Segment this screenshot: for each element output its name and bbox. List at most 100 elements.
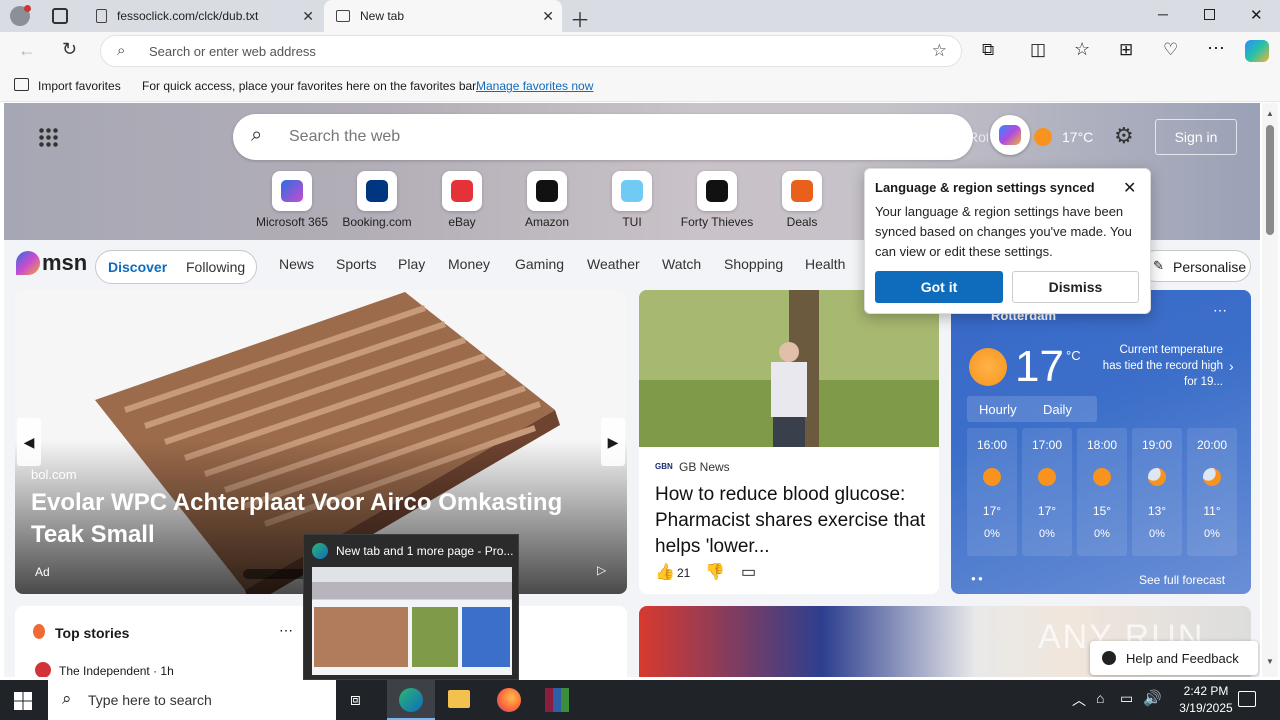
segment-following[interactable]: Following — [186, 259, 245, 275]
quick-link-booking-com[interactable]: Booking.com — [335, 171, 419, 229]
favorites-icon[interactable]: ☆ — [1074, 39, 1090, 60]
gb-news-card[interactable]: GBN GB News How to reduce blood glucose:… — [639, 290, 939, 594]
scroll-down-arrow[interactable]: ▼ — [1266, 657, 1274, 666]
tab-actions-icon[interactable] — [52, 8, 68, 24]
web-search-input[interactable]: Search the web — [289, 128, 400, 146]
taskbar-thumbnail[interactable]: New tab and 1 more page - Pro... — [303, 534, 519, 680]
more-options-icon[interactable]: ⋯ — [1213, 302, 1227, 319]
address-bar[interactable]: ⌕ Search or enter web address ☆ — [100, 35, 962, 67]
like-icon[interactable]: 👍 — [655, 562, 675, 582]
language-sync-popup: Language & region settings synced ✕ Your… — [864, 168, 1151, 314]
web-search-box[interactable]: ⌕ Search the web — [233, 114, 973, 160]
location-overlay-text: Rotterdam — [968, 129, 988, 145]
task-view-icon[interactable]: ⧈ — [350, 690, 361, 710]
network-icon[interactable]: ⌂ — [1096, 690, 1104, 706]
clock-time[interactable]: 2:42 PM — [1174, 684, 1238, 698]
show-hidden-icons[interactable]: ︿ — [1072, 690, 1086, 710]
notifications-icon[interactable] — [1238, 691, 1256, 707]
hour-column[interactable]: 17:00 17° 0% — [1022, 428, 1072, 556]
refresh-button[interactable]: ↻ — [62, 39, 77, 60]
scroll-up-arrow[interactable]: ▲ — [1266, 109, 1274, 118]
page-dots[interactable]: ● ● — [971, 574, 983, 583]
performance-icon[interactable]: ♡ — [1163, 40, 1178, 60]
new-tab-button[interactable]: ＋ — [570, 4, 590, 33]
favorite-star-icon[interactable]: ☆ — [932, 41, 947, 61]
personalise-button[interactable]: ✎ Personalise — [1140, 250, 1251, 282]
carousel-prev-button[interactable]: ◀ — [17, 418, 41, 466]
manage-favorites-link[interactable]: Manage favorites now — [476, 79, 593, 93]
copilot-icon[interactable] — [990, 115, 1030, 155]
hour-column[interactable]: 20:00 11° 0% — [1187, 428, 1237, 556]
start-button[interactable] — [14, 692, 32, 710]
nav-health[interactable]: Health — [805, 256, 845, 272]
wifi-icon[interactable]: ▭ — [1120, 690, 1133, 707]
quick-link-tui[interactable]: TUI — [590, 171, 674, 229]
tab-hourly[interactable]: Hourly — [979, 402, 1017, 417]
import-favorites-button[interactable]: Import favorites — [38, 79, 121, 93]
weather-temp-small[interactable]: 17°C — [1062, 129, 1093, 145]
address-input[interactable]: Search or enter web address — [149, 44, 316, 59]
back-button[interactable]: ← — [18, 40, 36, 61]
nav-play[interactable]: Play — [398, 256, 425, 272]
volume-icon[interactable]: 🔊 — [1143, 689, 1162, 707]
close-window-button[interactable]: ✕ — [1250, 6, 1263, 24]
nav-weather[interactable]: Weather — [587, 256, 640, 272]
see-full-forecast-link[interactable]: See full forecast — [1139, 573, 1225, 587]
hour-column[interactable]: 18:00 15° 0% — [1077, 428, 1127, 556]
nav-watch[interactable]: Watch — [662, 256, 701, 272]
ad-choices-icon[interactable]: ▷ — [597, 563, 606, 577]
help-feedback-button[interactable]: Help and Feedback — [1090, 641, 1258, 675]
dismiss-button[interactable]: Dismiss — [1012, 271, 1139, 303]
taskbar-search[interactable]: ⌕ Type here to search — [48, 680, 336, 720]
winrar-icon[interactable] — [545, 688, 569, 712]
more-options-icon[interactable]: ⋯ — [279, 622, 293, 639]
chevron-right-icon[interactable]: › — [1229, 358, 1234, 374]
settings-gear-icon[interactable]: ⚙ — [1114, 123, 1134, 149]
more-menu-icon[interactable]: ⋯ — [1207, 38, 1225, 59]
collections-icon[interactable]: ⊞ — [1119, 40, 1133, 60]
tab-new-tab[interactable]: New tab ✕ — [324, 0, 562, 32]
nav-shopping[interactable]: Shopping — [724, 256, 783, 272]
hour-column[interactable]: 19:00 13° 0% — [1132, 428, 1182, 556]
nav-news[interactable]: News — [279, 256, 314, 272]
extensions-icon[interactable]: ⧉ — [982, 40, 994, 60]
split-screen-icon[interactable]: ◫ — [1030, 40, 1046, 60]
news-title[interactable]: How to reduce blood glucose: Pharmacist … — [655, 482, 927, 560]
clock-date[interactable]: 3/19/2025 — [1170, 701, 1242, 715]
quick-link-deals[interactable]: Deals — [760, 171, 844, 229]
taskbar-search-input[interactable]: Type here to search — [88, 692, 212, 708]
quick-link-ebay[interactable]: eBay — [420, 171, 504, 229]
sign-in-button[interactable]: Sign in — [1155, 119, 1237, 155]
comment-icon[interactable]: ▭ — [741, 562, 756, 582]
partly-cloudy-icon — [1148, 468, 1166, 486]
nav-gaming[interactable]: Gaming — [515, 256, 564, 272]
quick-link-amazon[interactable]: Amazon — [505, 171, 589, 229]
dislike-icon[interactable]: 👎 — [705, 562, 725, 582]
hour-column[interactable]: 16:00 17° 0% — [967, 428, 1017, 556]
close-tab-icon[interactable]: ✕ — [302, 8, 314, 25]
taskbar-edge[interactable] — [387, 680, 435, 720]
quick-link-microsoft-365[interactable]: Microsoft 365 — [250, 171, 334, 229]
tab-fessoclick[interactable]: fessoclick.com/clck/dub.txt ✕ — [84, 0, 322, 32]
profile-icon[interactable] — [10, 5, 31, 26]
minimize-button[interactable]: ─ — [1158, 6, 1168, 22]
restore-button[interactable] — [1204, 9, 1215, 20]
nav-money[interactable]: Money — [448, 256, 490, 272]
copilot-icon[interactable] — [1245, 40, 1269, 62]
weather-card[interactable]: Rotterdam ⋯ 17 °C Current temperature ha… — [951, 290, 1251, 594]
nav-sports[interactable]: Sports — [336, 256, 376, 272]
msn-logo[interactable]: msn — [16, 250, 87, 276]
firefox-icon[interactable] — [497, 688, 521, 712]
quick-link-forty-thieves[interactable]: Forty Thieves — [675, 171, 759, 229]
carousel-next-button[interactable]: ▶ — [601, 418, 625, 466]
segment-discover[interactable]: Discover — [108, 259, 167, 275]
got-it-button[interactable]: Got it — [875, 271, 1003, 303]
close-tab-icon[interactable]: ✕ — [542, 8, 554, 25]
popup-close-icon[interactable]: ✕ — [1123, 178, 1136, 198]
weather-note[interactable]: Current temperature has tied the record … — [1101, 342, 1223, 390]
apps-grid-icon[interactable] — [38, 127, 58, 147]
file-explorer-icon[interactable] — [448, 690, 470, 708]
tab-daily[interactable]: Daily — [1043, 402, 1072, 417]
scroll-thumb[interactable] — [1266, 125, 1274, 235]
page-scrollbar[interactable]: ▲ ▼ — [1262, 103, 1278, 677]
